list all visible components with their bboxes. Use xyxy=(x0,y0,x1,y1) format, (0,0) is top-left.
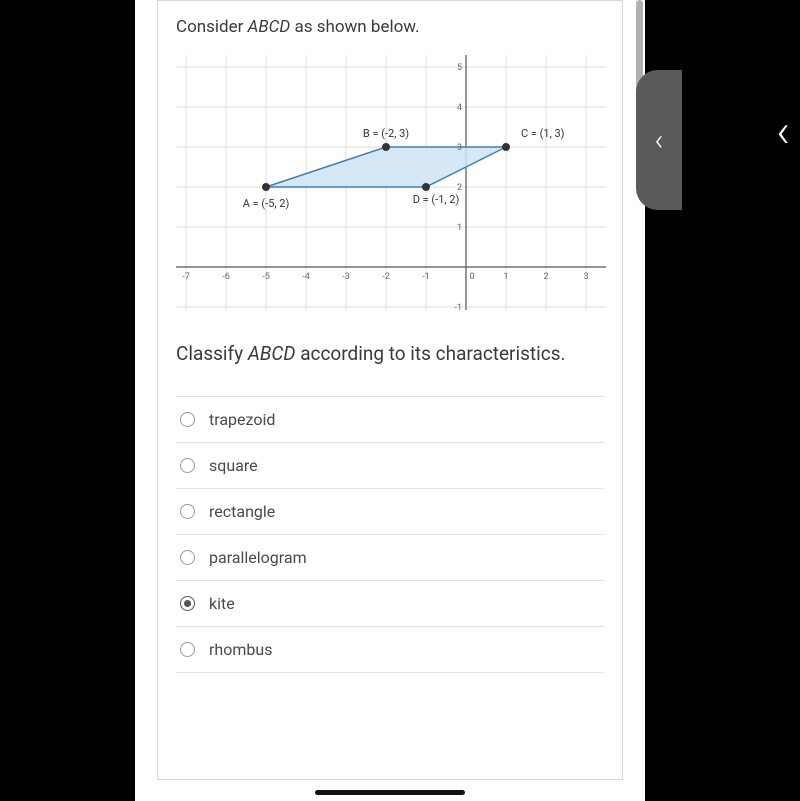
left-letterbox xyxy=(0,0,135,801)
radio-icon xyxy=(180,412,195,427)
svg-text:-1: -1 xyxy=(422,272,430,282)
option-label: kite xyxy=(209,594,235,613)
classify-shape: ABCD xyxy=(248,342,296,365)
label-D: D = (-1, 2) xyxy=(413,193,460,206)
radio-icon xyxy=(180,642,195,657)
svg-text:-3: -3 xyxy=(342,272,350,282)
svg-text:3: 3 xyxy=(583,272,588,282)
radio-icon xyxy=(180,596,195,611)
option-label: trapezoid xyxy=(209,410,275,429)
label-A: A = (-5, 2) xyxy=(243,197,290,210)
option-rectangle[interactable]: rectangle xyxy=(176,488,604,534)
label-B: B = (-2, 3) xyxy=(363,127,409,140)
home-indicator[interactable] xyxy=(315,790,465,795)
svg-text:-1: -1 xyxy=(454,303,462,310)
option-label: square xyxy=(209,456,258,475)
classify-prompt: Classify ABCD according to its character… xyxy=(176,310,604,396)
svg-text:4: 4 xyxy=(457,103,462,113)
svg-text:1: 1 xyxy=(457,223,462,233)
option-square[interactable]: square xyxy=(176,442,604,488)
svg-text:-6: -6 xyxy=(222,272,230,282)
chevron-left-icon: ‹ xyxy=(655,123,664,158)
chevron-left-icon[interactable]: ‹ xyxy=(776,105,790,159)
intro-text: Consider ABCD as shown below. xyxy=(176,1,604,55)
graph-svg: A = (-5, 2) B = (-2, 3) C = (1, 3) D = (… xyxy=(176,55,606,310)
svg-text:-7: -7 xyxy=(182,272,190,282)
classify-suffix: according to its characteristics. xyxy=(295,342,565,365)
svg-text:1: 1 xyxy=(503,272,508,282)
intro-prefix: Consider xyxy=(176,17,248,37)
right-letterbox: ‹ ‹ xyxy=(645,0,800,801)
option-parallelogram[interactable]: parallelogram xyxy=(176,534,604,580)
radio-icon xyxy=(180,458,195,473)
radio-icon xyxy=(180,504,195,519)
option-label: parallelogram xyxy=(209,548,307,567)
radio-icon xyxy=(180,550,195,565)
option-label: rectangle xyxy=(209,502,275,521)
content-column: Consider ABCD as shown below. xyxy=(135,0,645,801)
svg-text:2: 2 xyxy=(543,272,548,282)
intro-suffix: as shown below. xyxy=(290,17,419,37)
svg-text:3: 3 xyxy=(457,143,462,153)
svg-text:0: 0 xyxy=(469,272,474,282)
intro-shape: ABCD xyxy=(248,17,291,37)
svg-text:-2: -2 xyxy=(382,272,390,282)
option-label: rhombus xyxy=(209,640,272,659)
label-C: C = (1, 3) xyxy=(521,127,565,140)
coordinate-graph: A = (-5, 2) B = (-2, 3) C = (1, 3) D = (… xyxy=(176,55,606,310)
classify-prefix: Classify xyxy=(176,342,248,365)
svg-text:5: 5 xyxy=(457,63,462,73)
side-tab-button[interactable]: ‹ xyxy=(636,70,682,210)
option-trapezoid[interactable]: trapezoid xyxy=(176,396,604,442)
svg-text:-4: -4 xyxy=(302,272,310,282)
options-list: trapezoid square rectangle parallelogram… xyxy=(176,396,604,673)
svg-text:-5: -5 xyxy=(262,272,270,282)
option-rhombus[interactable]: rhombus xyxy=(176,626,604,673)
svg-text:2: 2 xyxy=(457,183,462,193)
option-kite[interactable]: kite xyxy=(176,580,604,626)
question-card: Consider ABCD as shown below. xyxy=(157,0,623,780)
